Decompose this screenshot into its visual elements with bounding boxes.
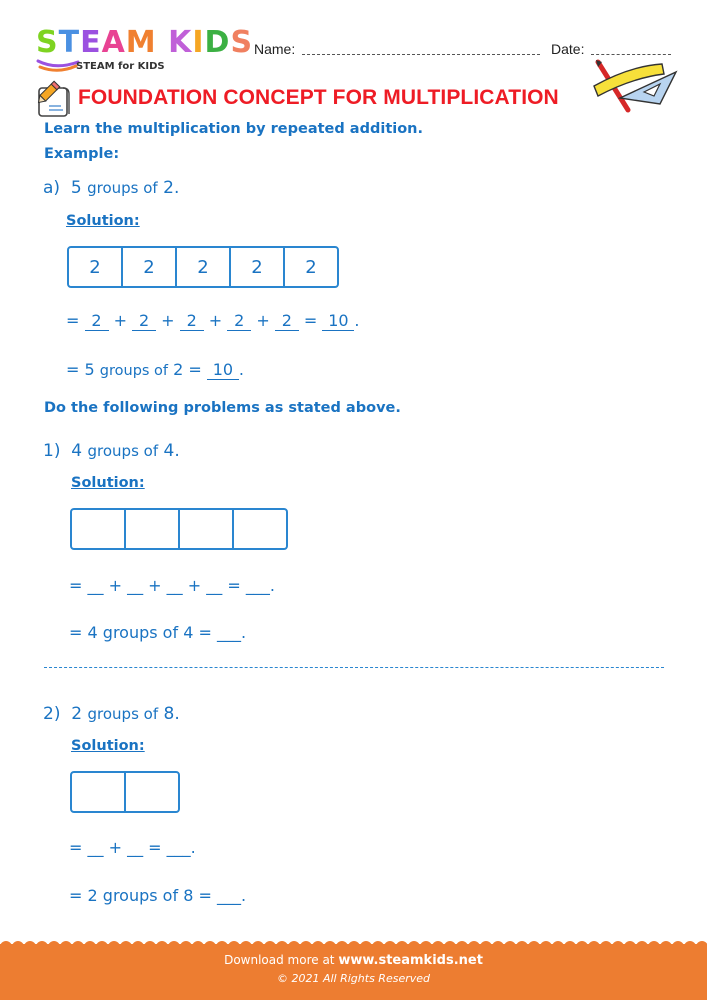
problem-1-statement[interactable]: = 4 groups of 4 = ___. bbox=[69, 623, 246, 642]
footer-url-link[interactable]: www.steamkids.net bbox=[338, 953, 483, 968]
pencil-paper-icon bbox=[37, 80, 70, 117]
ruler-triangle-pencil-icon bbox=[593, 59, 678, 113]
example-group-boxes: 22222 bbox=[67, 246, 339, 288]
logo-letter: M bbox=[125, 25, 157, 60]
group-box[interactable] bbox=[72, 510, 126, 548]
problem-2-question: 2) 2 groups of 8. bbox=[43, 704, 180, 724]
group-box[interactable] bbox=[72, 773, 126, 811]
problem-1-question: 1) 4 groups of 4. bbox=[43, 441, 180, 461]
name-label: Name: bbox=[254, 41, 296, 57]
date-field[interactable] bbox=[591, 40, 671, 55]
practice-instruction: Do the following problems as stated abov… bbox=[44, 400, 401, 416]
group-box[interactable] bbox=[234, 510, 286, 548]
instruction-text: Learn the multiplication by repeated add… bbox=[44, 121, 424, 137]
example-addition-equation: = 2 + 2 + 2 + 2 + 2 = 10. bbox=[66, 311, 360, 331]
problem-1-group-boxes bbox=[70, 508, 288, 550]
group-box: 2 bbox=[177, 248, 231, 286]
problem-1-addition-equation[interactable]: = __ + __ + __ + __ = ___. bbox=[69, 576, 275, 595]
logo-wordmark: STEAM KIDS bbox=[36, 28, 253, 58]
logo-letter: S bbox=[36, 25, 59, 60]
group-box: 2 bbox=[305, 256, 317, 278]
question-number: a) bbox=[43, 178, 61, 198]
section-divider bbox=[44, 667, 664, 668]
logo-letter: D bbox=[204, 25, 231, 60]
group-box: 2 bbox=[231, 248, 285, 286]
group-box[interactable] bbox=[126, 510, 180, 548]
date-label: Date: bbox=[551, 41, 585, 57]
group-box[interactable] bbox=[126, 773, 178, 811]
group-box: 2 bbox=[69, 248, 123, 286]
solution-label: Solution: bbox=[71, 475, 145, 491]
logo-letter: S bbox=[230, 25, 254, 60]
footer-copyright: © 2021 All Rights Reserved bbox=[276, 972, 430, 985]
problem-2-group-boxes bbox=[70, 771, 180, 813]
name-field[interactable] bbox=[302, 40, 540, 55]
example-statement: = 5 groups of 2 = 10. bbox=[66, 360, 244, 380]
logo-letter: I bbox=[192, 25, 205, 60]
logo-letter: E bbox=[80, 25, 102, 60]
page-title: FOUNDATION CONCEPT FOR MULTIPLICATION bbox=[78, 86, 559, 109]
steam-kids-logo: STEAM KIDS STEAM for KIDS bbox=[36, 28, 253, 73]
group-box: 2 bbox=[123, 248, 177, 286]
solution-label: Solution: bbox=[71, 738, 145, 754]
example-label: Example: bbox=[44, 146, 120, 162]
example-question: a) 5 groups of 2. bbox=[43, 178, 180, 198]
logo-swoosh-icon bbox=[36, 59, 80, 72]
logo-subtitle: STEAM for KIDS bbox=[76, 61, 165, 72]
logo-letter: A bbox=[101, 25, 126, 60]
logo-letter: T bbox=[58, 25, 81, 60]
solution-label: Solution: bbox=[66, 213, 140, 229]
logo-letter bbox=[157, 28, 168, 58]
logo-letter: K bbox=[168, 25, 193, 60]
footer-download: Download more at www.steamkids.net bbox=[224, 953, 483, 968]
problem-2-statement[interactable]: = 2 groups of 8 = ___. bbox=[69, 886, 246, 905]
problem-2-addition-equation[interactable]: = __ + __ = ___. bbox=[69, 838, 196, 857]
group-box[interactable] bbox=[180, 510, 234, 548]
